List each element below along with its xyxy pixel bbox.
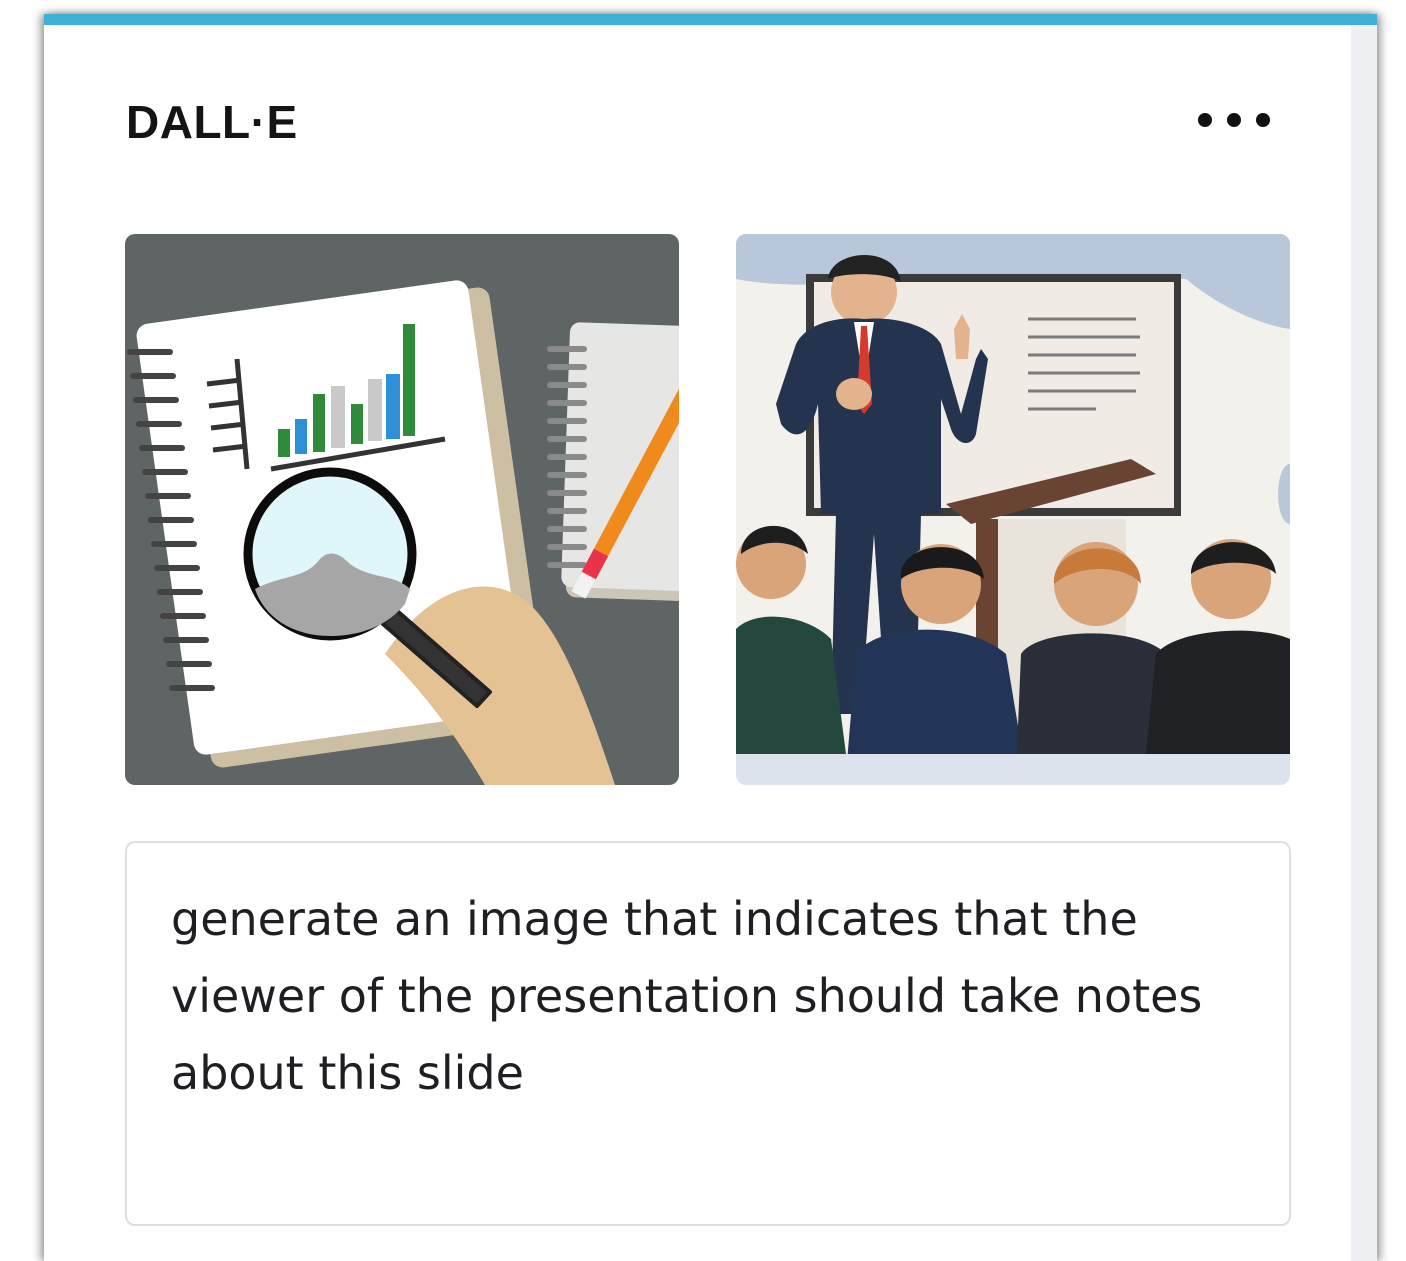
more-dot xyxy=(1256,113,1270,127)
more-dot xyxy=(1227,113,1241,127)
presenter-illustration xyxy=(736,234,1290,785)
generated-image-presenter[interactable] xyxy=(736,234,1290,785)
panel-title: DALL·E xyxy=(126,96,298,148)
generated-image-notebook[interactable] xyxy=(125,234,679,785)
more-horizontal-icon xyxy=(1198,113,1212,127)
notebook-chart-illustration xyxy=(125,234,679,785)
scrollbar[interactable] xyxy=(1351,25,1377,1261)
prompt-textarea[interactable]: generate an image that indicates that th… xyxy=(125,841,1291,1226)
more-options-button[interactable] xyxy=(1198,103,1270,137)
dalle-panel: DALL·E generate an image that indicates … xyxy=(44,14,1377,1261)
